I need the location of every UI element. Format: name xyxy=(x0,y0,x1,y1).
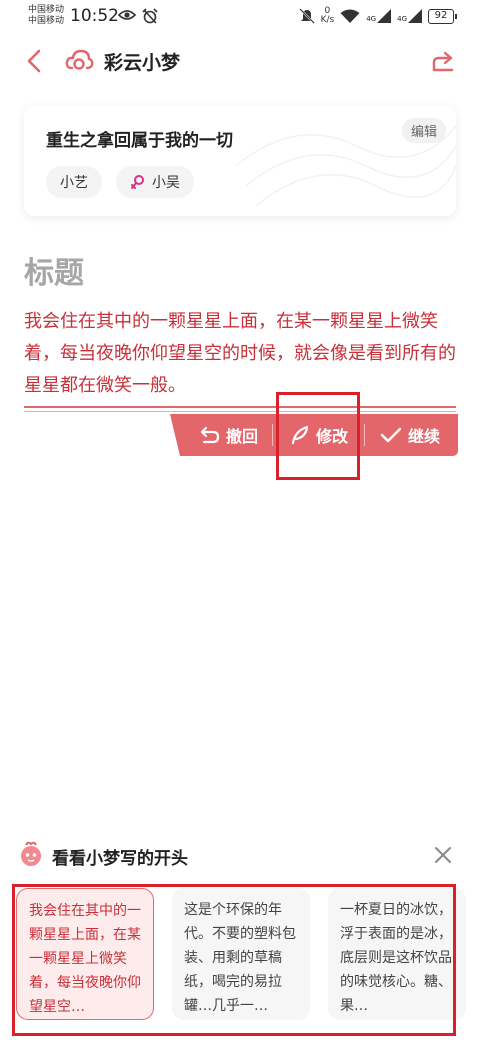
carrier-labels: 中国移动 中国移动 xyxy=(28,5,64,27)
continue-label: 继续 xyxy=(408,427,441,446)
character-chip[interactable]: 小吴 xyxy=(116,166,194,198)
suggestion-panel: 看看小梦写的开头 我会住在其中的一颗星星上面，在某一颗星星上微笑着，每当夜晚你仰… xyxy=(0,826,480,1040)
share-icon[interactable] xyxy=(430,48,456,74)
female-icon xyxy=(131,175,144,189)
status-icons-left xyxy=(118,8,158,24)
panel-title: 看看小梦写的开头 xyxy=(52,849,188,869)
signal-2: 4G xyxy=(397,9,422,23)
close-icon[interactable] xyxy=(434,846,452,864)
highlight-box xyxy=(276,392,360,480)
undo-label: 撤回 xyxy=(226,427,259,446)
signal-icon xyxy=(408,9,422,23)
signal-icon xyxy=(377,9,392,23)
story-card[interactable]: 重生之拿回属于我的一切 编辑 小艺 小吴 xyxy=(24,106,456,216)
mascot-icon xyxy=(21,841,41,866)
highlight-box xyxy=(12,884,456,1036)
story-title: 重生之拿回属于我的一切 xyxy=(46,131,233,151)
signal-1: 4G xyxy=(366,9,392,23)
app-title: 彩云小梦 xyxy=(104,52,181,74)
action-separator xyxy=(364,424,365,446)
status-bar: 中国移动 中国移动 10:52 0 K/s 4G 4G 92 xyxy=(0,0,480,34)
net-type-2: 4G xyxy=(397,15,407,23)
carrier-2: 中国移动 xyxy=(28,16,65,26)
back-icon[interactable] xyxy=(22,48,48,74)
text-underline xyxy=(24,406,456,408)
net-type-1: 4G xyxy=(366,15,377,23)
section-title[interactable]: 标题 xyxy=(24,248,84,292)
undo-button[interactable]: 撤回 xyxy=(200,414,258,456)
action-separator xyxy=(272,424,273,446)
wifi-icon xyxy=(340,9,360,23)
text-underline-light xyxy=(24,411,456,412)
alarm-off-icon xyxy=(142,8,158,24)
eye-icon xyxy=(118,10,136,20)
cloud-logo-icon xyxy=(65,49,94,70)
character-name: 小吴 xyxy=(152,175,180,191)
battery-indicator: 92 xyxy=(428,8,457,24)
character-chip[interactable]: 小艺 xyxy=(46,166,102,198)
net-speed: 0 K/s xyxy=(321,7,335,25)
edit-button[interactable]: 编辑 xyxy=(401,118,446,143)
clock: 10:52 xyxy=(70,6,119,26)
header: 彩云小梦 xyxy=(0,38,480,84)
undo-icon xyxy=(200,426,220,444)
character-name: 小艺 xyxy=(60,175,88,191)
continue-button[interactable]: 继续 xyxy=(380,414,440,456)
mute-icon xyxy=(298,8,315,24)
check-icon xyxy=(380,427,402,443)
carrier-1: 中国移动 xyxy=(28,5,65,15)
net-speed-unit: K/s xyxy=(320,15,335,25)
status-icons-right: 0 K/s 4G 4G 92 xyxy=(298,7,457,25)
story-text[interactable]: 我会住在其中的一颗星星上面，在某一颗星星上微笑着，每当夜晚你仰望星空的时候，就会… xyxy=(24,306,456,402)
